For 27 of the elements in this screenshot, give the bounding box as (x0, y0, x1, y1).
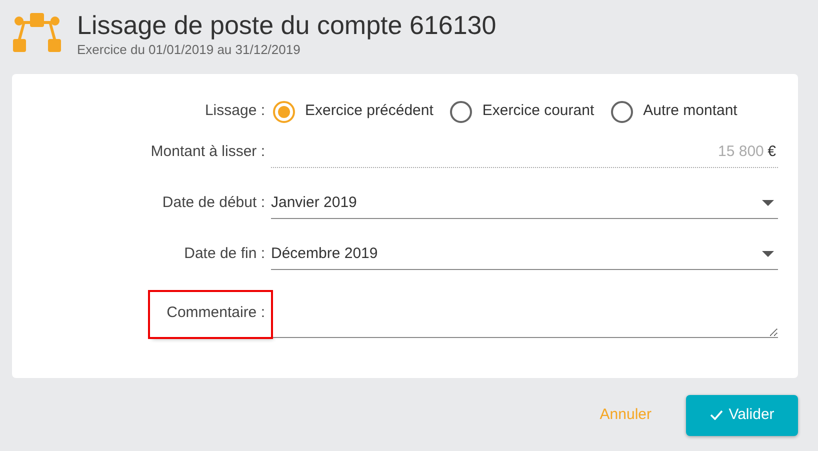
select-field[interactable]: Décembre 2019 (271, 240, 778, 270)
radio-button[interactable] (611, 100, 634, 122)
diagram-icon (12, 12, 62, 54)
option-label: Autre montant (643, 101, 738, 122)
amount-field[interactable]: 15 800 € (271, 138, 778, 168)
radio-option[interactable]: Autre montant (611, 100, 738, 123)
field-label: Commentaire : (150, 292, 271, 336)
field-label: Date de début : (161, 193, 266, 214)
field-label: Montant à lisser : (150, 142, 266, 162)
caret-icon (762, 251, 774, 257)
radio-button[interactable] (273, 100, 295, 122)
check-icon (710, 410, 723, 420)
field-label: Lissage : (204, 101, 266, 122)
amount-value: 15 800 (718, 142, 764, 162)
radio-option[interactable]: Exercice courant (450, 100, 594, 123)
caret-icon (762, 200, 774, 206)
field-label: Date de fin : (183, 244, 266, 264)
select-value: Janvier 2019 (271, 192, 357, 213)
select-field[interactable]: Janvier 2019 (271, 188, 778, 218)
radio-option[interactable]: Exercice précédent (273, 100, 434, 123)
option-label: Exercice courant (482, 101, 594, 122)
dialog-title: Lissage de poste du compte 616130 (77, 10, 496, 40)
currency-label: € (768, 142, 776, 162)
radio-button[interactable] (450, 100, 472, 122)
option-label: Exercice précédent (305, 101, 434, 122)
dialog-subtitle: Exercice du 01/01/2019 au 31/12/2019 (77, 41, 302, 59)
select-value: Décembre 2019 (271, 244, 378, 264)
